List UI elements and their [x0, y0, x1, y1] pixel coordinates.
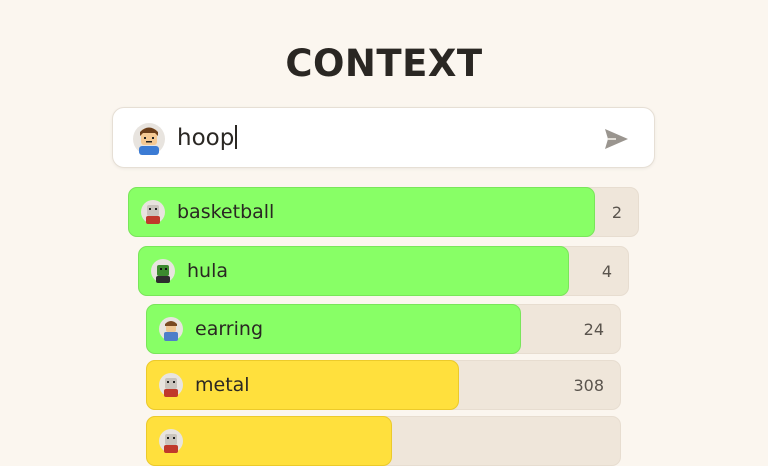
- guess-word: hula: [187, 260, 229, 282]
- send-icon[interactable]: [602, 125, 630, 153]
- text-cursor: [235, 125, 238, 149]
- guess-row: basketball 2: [128, 187, 639, 237]
- closeness-bar: [146, 360, 459, 410]
- guesser-avatar-icon: [159, 373, 183, 397]
- guess-word: basketball: [177, 201, 275, 223]
- guesser-avatar-icon: [151, 259, 175, 283]
- guess-rank: 4: [601, 262, 612, 281]
- guess-row: hula 4: [138, 246, 629, 296]
- guesser-avatar-icon: [159, 317, 183, 341]
- guess-input[interactable]: hoop: [112, 107, 655, 168]
- guess-word: earring: [195, 318, 264, 340]
- guess-row: metal 308: [146, 360, 621, 410]
- guess-rank: 24: [583, 320, 604, 339]
- guesser-avatar-icon: [159, 429, 183, 453]
- guess-input-value: hoop: [177, 125, 235, 151]
- guess-rank: 308: [573, 376, 604, 395]
- guesser-avatar-icon: [141, 200, 165, 224]
- guess-row: earring 24: [146, 304, 621, 354]
- game-title: CONTEXT: [285, 42, 483, 85]
- guess-row: [146, 416, 621, 466]
- guess-rank: 2: [611, 203, 622, 222]
- guess-input-text[interactable]: hoop: [177, 122, 238, 154]
- guess-word: metal: [195, 374, 250, 396]
- player-avatar-icon: [133, 123, 165, 155]
